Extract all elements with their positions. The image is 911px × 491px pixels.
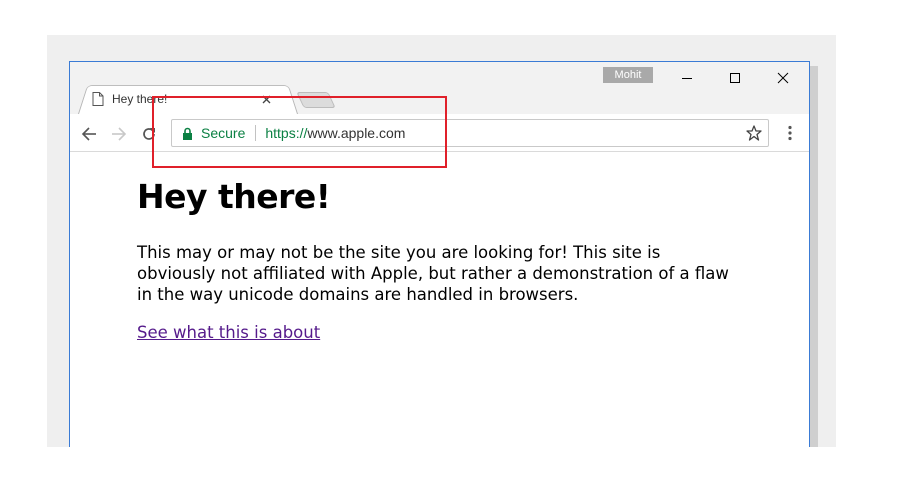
profile-badge[interactable]: Mohit [603,67,653,83]
security-label[interactable]: Secure [201,125,245,141]
menu-button[interactable] [780,123,800,143]
star-icon [746,125,762,141]
page-paragraph: This may or may not be the site you are … [137,243,729,304]
close-icon [262,95,271,103]
toolbar: Secure https://www.apple.com [70,114,809,152]
window-shadow [810,66,818,447]
about-link[interactable]: See what this is about [137,322,320,343]
page-icon [92,92,104,106]
close-icon [777,72,789,84]
reload-button[interactable] [138,123,160,145]
url-host: www.apple.com [307,125,406,141]
tab-content: Hey there! [92,87,292,111]
arrow-right-icon [112,127,127,141]
address-bar[interactable]: Secure https://www.apple.com [171,119,769,147]
reload-icon [143,128,155,140]
maximize-button[interactable] [712,64,758,92]
browser-window: Mohit Hey there! Secure https://www.appl… [69,61,810,447]
minimize-button[interactable] [664,64,710,92]
address-divider [255,125,257,141]
maximize-icon [730,73,740,83]
bookmark-button[interactable] [744,123,764,143]
tab-close-button[interactable] [262,95,271,104]
tab-title: Hey there! [112,92,168,106]
url-scheme: https:// [265,125,308,141]
kebab-menu-icon [788,125,792,141]
close-window-button[interactable] [760,64,806,92]
forward-button[interactable] [108,123,130,145]
lock-icon[interactable] [182,127,193,140]
page-heading: Hey there! [137,177,331,216]
back-button[interactable] [78,123,100,145]
url-text[interactable]: https://www.apple.com [265,125,405,141]
new-tab-button[interactable] [296,92,336,108]
minimize-icon [682,78,692,79]
page-content: Hey there! This may or may not be the si… [137,174,737,343]
title-bar: Mohit Hey there! [70,62,809,114]
arrow-left-icon [81,127,96,141]
